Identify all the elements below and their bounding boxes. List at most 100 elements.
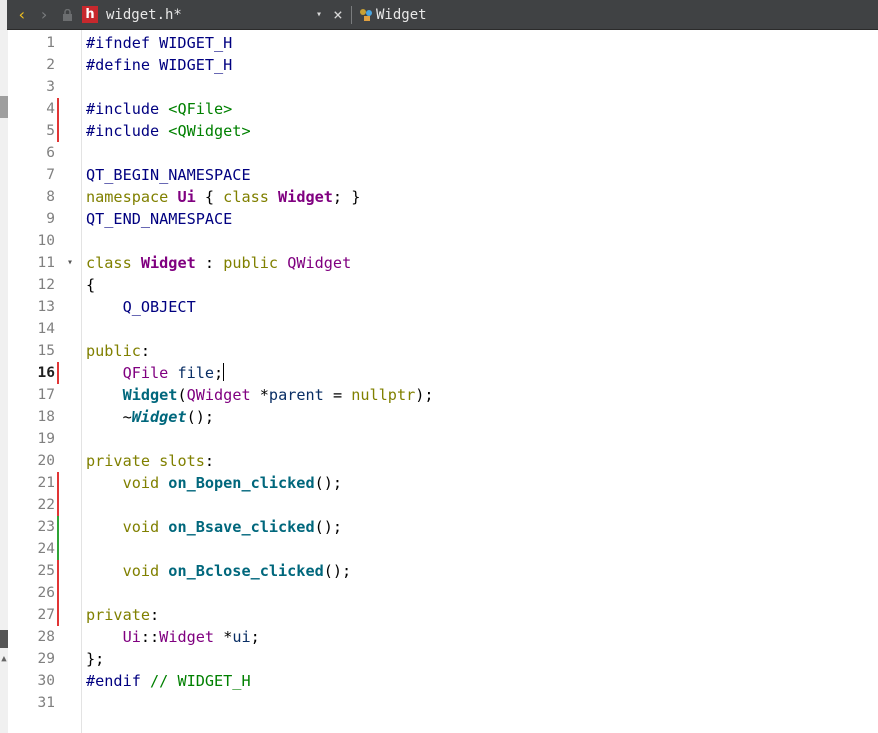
code-token: Widget: [278, 188, 333, 206]
code-token: ();: [186, 408, 215, 426]
line-number: 7: [46, 167, 55, 183]
symbol-selector[interactable]: Widget: [376, 0, 576, 30]
line-number: 25: [37, 563, 55, 579]
code-token: ();: [314, 518, 343, 536]
code-token: // WIDGET_H: [150, 672, 251, 690]
line-number: 17: [37, 387, 55, 403]
code-token: ();: [323, 562, 352, 580]
chevron-right-icon[interactable]: ›: [37, 0, 51, 30]
code-token: on_Bopen_clicked: [168, 474, 315, 492]
code-line[interactable]: private slots:: [86, 450, 214, 472]
code-token: private: [86, 606, 151, 624]
code-token: Ui: [122, 628, 141, 646]
close-icon[interactable]: ×: [331, 0, 345, 30]
code-token: :: [204, 452, 215, 470]
pane-toggle-handle[interactable]: [0, 630, 8, 648]
code-token: ui: [232, 628, 251, 646]
line-number: 15: [37, 343, 55, 359]
line-number: 22: [37, 497, 55, 513]
code-token: parent: [268, 386, 324, 404]
code-line[interactable]: #include <QFile>: [86, 98, 232, 120]
code-line[interactable]: Q_OBJECT: [86, 296, 196, 318]
code-line[interactable]: QT_END_NAMESPACE: [86, 208, 232, 230]
open-document-name[interactable]: widget.h*: [106, 0, 306, 30]
left-pane-strip: [0, 30, 8, 733]
line-number: 19: [37, 431, 55, 447]
line-number: 3: [46, 79, 55, 95]
code-token: *: [214, 628, 233, 646]
code-line[interactable]: Ui::Widget *ui;: [86, 626, 260, 648]
code-line[interactable]: ~Widget();: [86, 406, 214, 428]
line-number: 6: [46, 145, 55, 161]
toolbar-separator: [351, 6, 352, 24]
code-token: public: [86, 342, 141, 360]
code-token: class: [223, 188, 279, 206]
code-token: on_Bsave_clicked: [168, 518, 315, 536]
line-number: 11: [37, 255, 55, 271]
code-token: #define WIDGET_H: [86, 56, 233, 74]
code-token: void: [122, 562, 169, 580]
code-token: Widget: [140, 254, 196, 272]
fold-toggle-icon[interactable]: ▾: [64, 256, 76, 270]
code-token: ();: [314, 474, 343, 492]
code-line[interactable]: private:: [86, 604, 159, 626]
code-line[interactable]: #define WIDGET_H: [86, 54, 232, 76]
code-token: };: [86, 650, 105, 668]
code-editor[interactable]: ▲ 1 #ifndef WIDGET_H 2 #define WIDGET_H 3 4 #i…: [0, 30, 878, 733]
code-line[interactable]: void on_Bclose_clicked();: [86, 560, 352, 582]
code-token: #endif: [86, 672, 151, 690]
code-line[interactable]: QT_BEGIN_NAMESPACE: [86, 164, 251, 186]
text-cursor: [223, 363, 225, 381]
code-token: {: [195, 188, 224, 206]
code-line[interactable]: Widget(QWidget *parent = nullptr);: [86, 384, 434, 406]
line-number: 27: [37, 607, 55, 623]
code-token: slots: [159, 452, 205, 470]
code-line[interactable]: void on_Bopen_clicked();: [86, 472, 342, 494]
code-line[interactable]: QFile file;: [86, 362, 225, 384]
line-number: 26: [37, 585, 55, 601]
scroll-indicator: [0, 96, 8, 118]
code-token: QFile: [122, 364, 169, 382]
class-symbol-icon: [359, 0, 373, 30]
code-token: private: [86, 452, 160, 470]
code-token: Widget: [159, 628, 215, 646]
code-token: nullptr: [351, 386, 416, 404]
code-token: QWidget: [287, 254, 352, 272]
code-line[interactable]: public:: [86, 340, 150, 362]
code-token: Ui: [177, 188, 196, 206]
code-line[interactable]: #ifndef WIDGET_H: [86, 32, 232, 54]
code-token: class: [86, 254, 141, 272]
code-line[interactable]: void on_Bsave_clicked();: [86, 516, 342, 538]
line-number: 5: [46, 123, 55, 139]
line-number: 30: [37, 673, 55, 689]
line-number: 8: [46, 189, 55, 205]
code-token: Widget: [131, 408, 187, 426]
code-token: void: [122, 474, 169, 492]
chevron-down-icon[interactable]: ▾: [313, 0, 325, 30]
code-token: on_Bclose_clicked: [168, 562, 324, 580]
line-number: 16: [37, 365, 55, 381]
change-marker: [57, 120, 59, 142]
left-pane-edge: [0, 0, 7, 30]
code-token: void: [122, 518, 169, 536]
change-marker: [57, 516, 59, 538]
code-line[interactable]: {: [86, 274, 95, 296]
code-token: public: [223, 254, 288, 272]
code-line[interactable]: namespace Ui { class Widget; }: [86, 186, 360, 208]
triangle-up-icon[interactable]: ▲: [0, 654, 8, 666]
code-line[interactable]: #endif // WIDGET_H: [86, 670, 251, 692]
code-token: Q_OBJECT: [86, 298, 196, 316]
editor-toolbar: ‹ › h widget.h* ▾ × Widget: [0, 0, 878, 30]
code-line[interactable]: #include <QWidget>: [86, 120, 251, 142]
code-token: (: [177, 386, 187, 404]
code-line[interactable]: class Widget : public QWidget: [86, 252, 351, 274]
code-line[interactable]: };: [86, 648, 104, 670]
code-token: QWidget: [186, 386, 251, 404]
chevron-left-icon[interactable]: ‹: [15, 0, 29, 30]
code-token: :: [140, 342, 151, 360]
change-marker: [57, 560, 59, 582]
